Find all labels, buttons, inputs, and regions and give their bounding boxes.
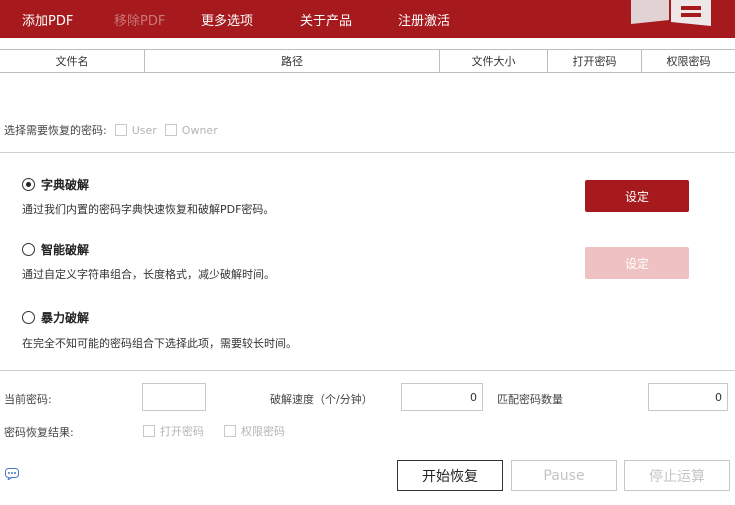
recover-label: 选择需要恢复的密码: — [4, 124, 107, 137]
menu-add-pdf[interactable]: 添加PDF — [22, 10, 73, 29]
stop-button[interactable]: 停止运算 — [624, 460, 730, 491]
result-permission-password: 权限密码 — [224, 423, 285, 439]
chat-bubble-icon[interactable] — [5, 468, 19, 483]
smart-settings-button[interactable]: 设定 — [585, 247, 689, 279]
match-count-label: 匹配密码数量 — [497, 393, 563, 406]
menu-more-options[interactable]: 更多选项 — [201, 10, 253, 29]
mode-dictionary-desc: 通过我们内置的密码字典快速恢复和破解PDF密码。 — [22, 203, 275, 216]
owner-checkbox-label: Owner — [181, 123, 218, 137]
mode-brute-force-title: 暴力破解 — [41, 311, 90, 325]
column-open-password[interactable]: 打开密码 — [548, 50, 642, 72]
file-table-header: 文件名 路径 文件大小 打开密码 权限密码 — [0, 49, 735, 73]
column-path[interactable]: 路径 — [145, 50, 440, 72]
user-checkbox-label: User — [131, 123, 157, 137]
radio-dictionary[interactable] — [22, 178, 35, 191]
user-checkbox[interactable] — [114, 124, 127, 136]
mode-brute-force-desc: 在完全不知可能的密码组合下选择此项，需要较长时间。 — [22, 337, 297, 350]
divider — [0, 370, 735, 371]
result-permission-password-checkbox[interactable] — [224, 425, 236, 437]
result-open-password-label: 打开密码 — [160, 425, 204, 438]
start-recovery-button[interactable]: 开始恢复 — [397, 460, 503, 491]
divider — [0, 152, 735, 153]
menu-register[interactable]: 注册激活 — [398, 10, 450, 29]
pause-button[interactable]: Pause — [511, 460, 617, 491]
column-permission-password[interactable]: 权限密码 — [642, 50, 735, 72]
menu-remove-pdf[interactable]: 移除PDF — [114, 10, 165, 29]
mode-brute-force[interactable]: 暴力破解 — [22, 309, 89, 326]
top-menu-bar: 添加PDF 移除PDF 更多选项 关于产品 注册激活 — [0, 0, 735, 38]
result-open-password-checkbox[interactable] — [143, 425, 155, 437]
result-label: 密码恢复结果: — [4, 426, 74, 439]
radio-smart[interactable] — [22, 243, 35, 256]
column-file-name[interactable]: 文件名 — [0, 50, 145, 72]
mode-smart-desc: 通过自定义字符串组合，长度格式，减少破解时间。 — [22, 268, 275, 281]
dictionary-settings-button[interactable]: 设定 — [585, 180, 689, 212]
result-open-password: 打开密码 — [143, 423, 204, 439]
result-permission-password-label: 权限密码 — [241, 425, 285, 438]
owner-checkbox[interactable] — [164, 124, 177, 136]
mode-dictionary[interactable]: 字典破解 — [22, 176, 89, 193]
current-password-field — [142, 383, 206, 411]
mode-dictionary-title: 字典破解 — [41, 178, 90, 192]
speed-label: 破解速度（个/分钟） — [270, 393, 373, 406]
radio-brute-force[interactable] — [22, 311, 35, 324]
speed-field: 0 — [401, 383, 483, 411]
column-file-size[interactable]: 文件大小 — [440, 50, 548, 72]
menu-about[interactable]: 关于产品 — [300, 10, 352, 29]
mode-smart-title: 智能破解 — [41, 243, 90, 257]
recover-password-type: 选择需要恢复的密码: User Owner — [4, 122, 226, 138]
pdf-logo-icon — [623, 0, 713, 28]
mode-smart[interactable]: 智能破解 — [22, 241, 89, 258]
current-password-label: 当前密码: — [4, 393, 52, 406]
match-count-field: 0 — [648, 383, 728, 411]
